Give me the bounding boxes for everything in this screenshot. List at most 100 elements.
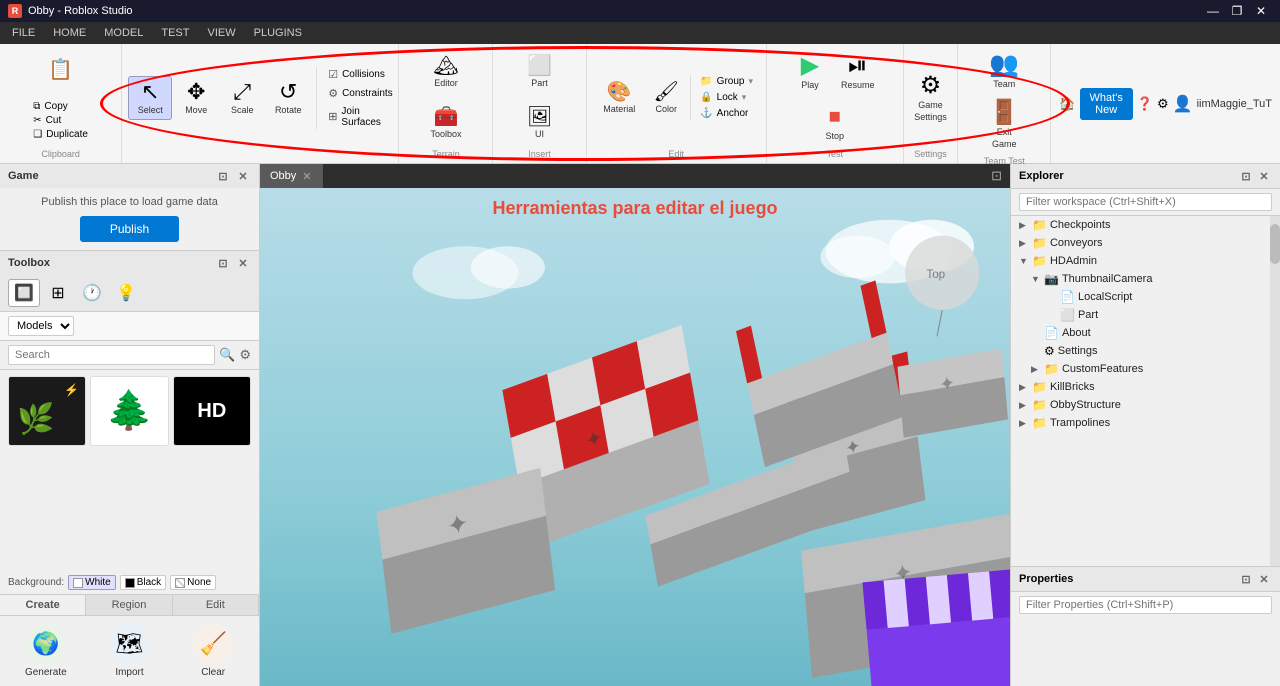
tree-item-part[interactable]: ▶ ⬜ Part [1011, 306, 1280, 324]
play-button[interactable]: ▶ Play [788, 49, 832, 95]
duplicate-button[interactable]: ❑ Duplicate [30, 128, 91, 141]
toolbox-item-plant[interactable]: 🌿 ⚡ [8, 376, 86, 446]
white-swatch [73, 578, 83, 588]
editor-button[interactable]: 🏔 Editor [424, 51, 468, 93]
whats-new-button[interactable]: What's New [1080, 88, 1133, 120]
toolbox-item-hd[interactable]: HD [173, 376, 251, 446]
close-button[interactable]: ✕ [1250, 0, 1272, 22]
viewport-tab-obby[interactable]: Obby ✕ [260, 164, 323, 188]
tree-item-customfeatures[interactable]: ▶ 📁 CustomFeatures [1011, 360, 1280, 378]
help-icon[interactable]: ❓ [1137, 96, 1153, 112]
tree-item-settings[interactable]: ▶ ⚙ Settings [1011, 342, 1280, 360]
tree-item-hdadmin[interactable]: ▼ 📁 HDAdmin [1011, 252, 1280, 270]
tree-item-about[interactable]: ▶ 📄 About [1011, 324, 1280, 342]
explorer-expand[interactable]: ⊡ [1238, 168, 1254, 184]
search-input[interactable] [8, 345, 215, 365]
editor-icon: 🏔 [433, 56, 458, 76]
menu-home[interactable]: HOME [45, 25, 94, 41]
cut-button[interactable]: ✂ Cut [30, 114, 91, 127]
import-action[interactable]: 🗺 Import [92, 624, 168, 678]
menu-test[interactable]: TEST [153, 25, 197, 41]
terrain-tab-create[interactable]: Create [0, 595, 86, 615]
properties-expand[interactable]: ⊡ [1238, 571, 1254, 587]
stop-button[interactable]: ⏹ Stop [813, 100, 857, 146]
game-settings-button[interactable]: ⚙ Game Settings [909, 69, 953, 127]
team-button[interactable]: 👥 Team [982, 48, 1026, 94]
tree-item-thumbnailcamera[interactable]: ▼ 📷 ThumbnailCamera [1011, 270, 1280, 288]
anchor-button[interactable]: ⚓ Anchor [697, 107, 756, 120]
properties-close[interactable]: ✕ [1256, 571, 1272, 587]
terrain-tab-region[interactable]: Region [86, 595, 172, 615]
bg-none-option[interactable]: None [170, 575, 216, 590]
tree-item-conveyors[interactable]: ▶ 📁 Conveyors [1011, 234, 1280, 252]
color-button[interactable]: 🖌 Color [644, 77, 688, 119]
paste-button[interactable]: 📋 [31, 55, 91, 85]
toolbar-test-section: ▶ Play ⏯ Resume ⏹ Stop Test [767, 44, 904, 163]
toolbar: 📋 ⧉ Copy ✂ Cut ❑ Duplicate Clipboard [0, 44, 1280, 164]
properties-search-input[interactable] [1019, 596, 1272, 614]
bg-black-option[interactable]: Black [120, 575, 166, 590]
select-button[interactable]: ↖ Select [128, 76, 172, 120]
menu-view[interactable]: VIEW [199, 25, 243, 41]
toolbox-tab-models[interactable]: 🔲 [8, 279, 40, 307]
home-icon[interactable]: 🏠 [1059, 96, 1075, 112]
scale-button[interactable]: ⤢ Scale [220, 76, 264, 120]
toolbox-button[interactable]: 🧰 Toolbox [423, 102, 468, 144]
collisions-button[interactable]: ☑ Collisions [325, 67, 395, 82]
resume-button[interactable]: ⏯ Resume [834, 49, 882, 95]
toolbox-tab-recent[interactable]: 🕐 [76, 279, 108, 307]
exit-game-button[interactable]: 🚪 Exit Game [982, 96, 1026, 154]
toolbox-item-tree[interactable]: 🌲 [90, 376, 168, 446]
minimize-button[interactable]: — [1202, 0, 1224, 22]
explorer-close[interactable]: ✕ [1256, 168, 1272, 184]
bg-white-option[interactable]: White [68, 575, 116, 590]
tree-item-obbystructure[interactable]: ▶ 📁 ObbyStructure [1011, 396, 1280, 414]
tree-label-obbystructure: ObbyStructure [1050, 399, 1121, 411]
toolbox-tab-favorites[interactable]: 💡 [110, 279, 142, 307]
filter-icon[interactable]: ⚙ [239, 347, 251, 363]
explorer-scrollbar[interactable] [1270, 216, 1280, 566]
group-button[interactable]: 📁 Group ▾ [697, 75, 756, 88]
title-bar-left: R Obby - Roblox Studio [8, 4, 133, 18]
publish-button[interactable]: Publish [80, 216, 179, 242]
insert-label: Insert [499, 147, 579, 159]
join-surfaces-button[interactable]: ⊞ Join Surfaces [325, 105, 395, 129]
duplicate-icon: ❑ [33, 129, 42, 140]
tree-item-localscript[interactable]: ▶ 📄 LocalScript [1011, 288, 1280, 306]
constraints-button[interactable]: ⚙ Constraints [325, 86, 395, 101]
game-panel-expand[interactable]: ⊡ [215, 168, 231, 184]
menu-model[interactable]: MODEL [96, 25, 151, 41]
game-panel-close[interactable]: ✕ [235, 168, 251, 184]
terrain-tab-edit[interactable]: Edit [173, 595, 259, 615]
maximize-button[interactable]: ❐ [1226, 0, 1248, 22]
username: iimMaggie_TuT [1197, 98, 1272, 110]
menu-plugins[interactable]: PLUGINS [246, 25, 310, 41]
settings-account-icon[interactable]: ⚙ [1157, 96, 1169, 112]
tree-item-killbricks[interactable]: ▶ 📁 KillBricks [1011, 378, 1280, 396]
lock-button[interactable]: 🔒 Lock ▾ [697, 91, 756, 104]
rotate-button[interactable]: ↺ Rotate [266, 76, 310, 120]
material-button[interactable]: 🎨 Material [596, 77, 642, 119]
scrollbar-thumb[interactable] [1270, 224, 1280, 264]
tree-label-hdadmin: HDAdmin [1050, 255, 1097, 267]
clear-action[interactable]: 🧹 Clear [175, 624, 251, 678]
tree-item-checkpoints[interactable]: ▶ 📁 Checkpoints [1011, 216, 1280, 234]
viewport-tab-close[interactable]: ✕ [302, 170, 311, 183]
toolbox-expand[interactable]: ⊡ [215, 255, 231, 271]
tree-item-trampolines[interactable]: ▶ 📁 Trampolines [1011, 414, 1280, 432]
part-button[interactable]: ⬜ Part [518, 51, 562, 93]
toolbox-title: Toolbox [8, 257, 50, 269]
explorer-search-input[interactable] [1019, 193, 1272, 211]
part-icon: ⬜ [527, 56, 552, 76]
folder-icon: 📁 [1044, 362, 1059, 376]
copy-button[interactable]: ⧉ Copy [30, 100, 91, 113]
menu-file[interactable]: FILE [4, 25, 43, 41]
clipboard-label: Clipboard [6, 147, 115, 159]
ui-button[interactable]: 🖼 UI [518, 102, 562, 144]
toolbox-close[interactable]: ✕ [235, 255, 251, 271]
toolbox-tab-grid[interactable]: ⊞ [42, 279, 74, 307]
viewport-expand-icon[interactable]: ⊡ [991, 168, 1002, 184]
generate-action[interactable]: 🌍 Generate [8, 624, 84, 678]
models-select[interactable]: Models [8, 316, 74, 336]
move-button[interactable]: ✥ Move [174, 76, 218, 120]
